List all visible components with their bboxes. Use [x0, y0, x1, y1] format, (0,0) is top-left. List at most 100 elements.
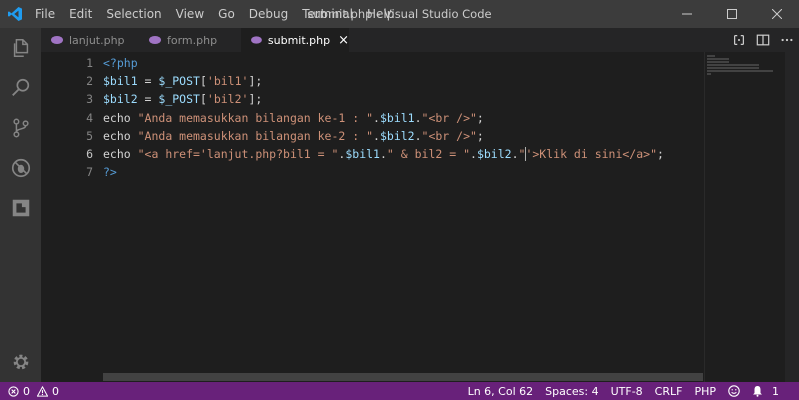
search-button[interactable]	[0, 68, 41, 108]
code-token: $bil2	[379, 128, 415, 143]
code-token: echo	[103, 110, 138, 125]
php-file-icon	[149, 36, 161, 44]
code-token: ];	[248, 74, 263, 89]
open-changes-button[interactable]	[727, 28, 751, 52]
minimize-button[interactable]	[664, 0, 709, 28]
menu-go[interactable]: Go	[211, 7, 242, 21]
settings-button[interactable]	[0, 342, 41, 382]
code-editor[interactable]: 1234567 <?php $bil1 = $_POST['bil1']; $bil…	[41, 52, 799, 382]
code-token: ;	[476, 110, 484, 125]
warning-count: 0	[52, 384, 59, 398]
open-changes-icon	[734, 35, 744, 45]
code-token: "<br />"	[421, 128, 477, 143]
code-line: ?>	[103, 163, 664, 181]
title-bar: File Edit Selection View Go Debug Termin…	[0, 0, 799, 28]
split-editor-icon	[756, 34, 770, 46]
more-actions-button[interactable]	[775, 28, 799, 52]
code-line: echo "<a href='lanjut.php?bil1 = ".$bil1…	[103, 145, 664, 163]
line-number-gutter: 1 2 3 4 5 6 7	[41, 54, 93, 181]
menu-edit[interactable]: Edit	[62, 7, 99, 21]
debug-button[interactable]	[0, 148, 41, 188]
code-token: ;	[476, 128, 484, 143]
horizontal-scrollbar[interactable]	[103, 373, 703, 381]
status-bar: 0 0 Ln 6, Col 62 Spaces: 4 UTF-8 CRLF PH…	[0, 382, 799, 400]
close-icon	[771, 9, 782, 19]
feedback-button[interactable]	[722, 385, 746, 397]
vertical-scrollbar[interactable]	[785, 52, 799, 382]
tab-form-php[interactable]: form.php	[139, 28, 241, 52]
line-ending[interactable]: CRLF	[649, 385, 689, 398]
source-control-icon	[12, 118, 29, 138]
files-icon	[13, 39, 28, 57]
menu-selection[interactable]: Selection	[99, 7, 168, 21]
code-area[interactable]: <?php $bil1 = $_POST['bil1']; $bil2 = $_PO…	[103, 54, 664, 181]
status-bar-right: Ln 6, Col 62 Spaces: 4 UTF-8 CRLF PHP 1	[462, 382, 791, 400]
minimap[interactable]	[704, 52, 785, 382]
gear-icon	[13, 354, 28, 370]
menu-view[interactable]: View	[169, 7, 211, 21]
more-icon	[781, 38, 793, 42]
warning-icon	[37, 385, 48, 397]
tab-label: submit.php	[267, 33, 331, 47]
menu-terminal[interactable]: Terminal	[295, 7, 360, 21]
editor-actions	[727, 28, 799, 52]
line-number: 4	[86, 110, 93, 125]
code-token: echo	[103, 128, 138, 143]
code-token: 'bil1'	[206, 74, 249, 89]
activity-bar	[0, 28, 41, 382]
code-token: .	[379, 146, 387, 161]
tab-submit-php[interactable]: submit.php ×	[241, 28, 349, 52]
bell-icon	[753, 386, 762, 397]
code-token: ;	[657, 146, 664, 161]
close-window-button[interactable]	[754, 0, 799, 28]
editor-tabs: lanjut.php form.php submit.php ×	[41, 28, 799, 52]
error-icon	[8, 385, 19, 397]
tab-lanjut-php[interactable]: lanjut.php	[41, 28, 139, 52]
code-token: .	[470, 146, 477, 161]
code-token: $_POST	[158, 92, 200, 107]
code-line: $bil1 = $_POST['bil1'];	[103, 72, 664, 90]
code-token: =	[137, 92, 159, 107]
line-number: 2	[86, 74, 93, 89]
code-token: <?php	[103, 56, 138, 70]
code-token: "<a href='lanjut.php?bil1 = "	[137, 146, 339, 161]
split-editor-button[interactable]	[751, 28, 775, 52]
menu-help[interactable]: Help	[360, 7, 401, 21]
code-token: .	[373, 128, 380, 143]
encoding[interactable]: UTF-8	[605, 385, 649, 398]
code-line: <?php	[103, 54, 664, 72]
menu-debug[interactable]: Debug	[242, 7, 295, 21]
notification-count: 1	[772, 384, 779, 398]
tab-label: form.php	[167, 33, 218, 47]
code-token: $bil1	[379, 110, 415, 125]
code-line: $bil2 = $_POST['bil2'];	[103, 90, 664, 108]
explorer-button[interactable]	[0, 28, 41, 68]
code-token: " & bil2 = "	[386, 146, 471, 161]
indentation[interactable]: Spaces: 4	[539, 385, 604, 398]
no-bug-icon	[11, 158, 30, 178]
source-control-button[interactable]	[0, 108, 41, 148]
window-controls	[664, 0, 799, 28]
maximize-button[interactable]	[709, 0, 754, 28]
menu-file[interactable]: File	[28, 7, 62, 21]
code-token: $bil2	[103, 92, 138, 107]
close-tab-button[interactable]: ×	[338, 33, 349, 48]
extensions-icon	[12, 199, 29, 217]
smiley-icon	[728, 385, 740, 397]
code-token: =	[137, 74, 159, 89]
php-file-icon	[251, 36, 262, 44]
line-number: 7	[86, 165, 93, 180]
php-file-icon	[51, 36, 63, 44]
notifications-button[interactable]: 1	[746, 385, 791, 398]
menu-bar: File Edit Selection View Go Debug Termin…	[28, 0, 401, 28]
vscode-logo-icon	[8, 7, 22, 21]
code-token: echo	[103, 146, 138, 161]
line-number: 5	[86, 128, 93, 143]
extensions-button[interactable]	[0, 188, 41, 228]
line-number: 3	[86, 92, 93, 107]
maximize-icon	[726, 9, 737, 19]
language-mode[interactable]: PHP	[688, 385, 722, 398]
code-token: .	[373, 110, 380, 125]
cursor-position[interactable]: Ln 6, Col 62	[462, 385, 540, 398]
problems-indicator[interactable]: 0 0	[8, 382, 59, 400]
